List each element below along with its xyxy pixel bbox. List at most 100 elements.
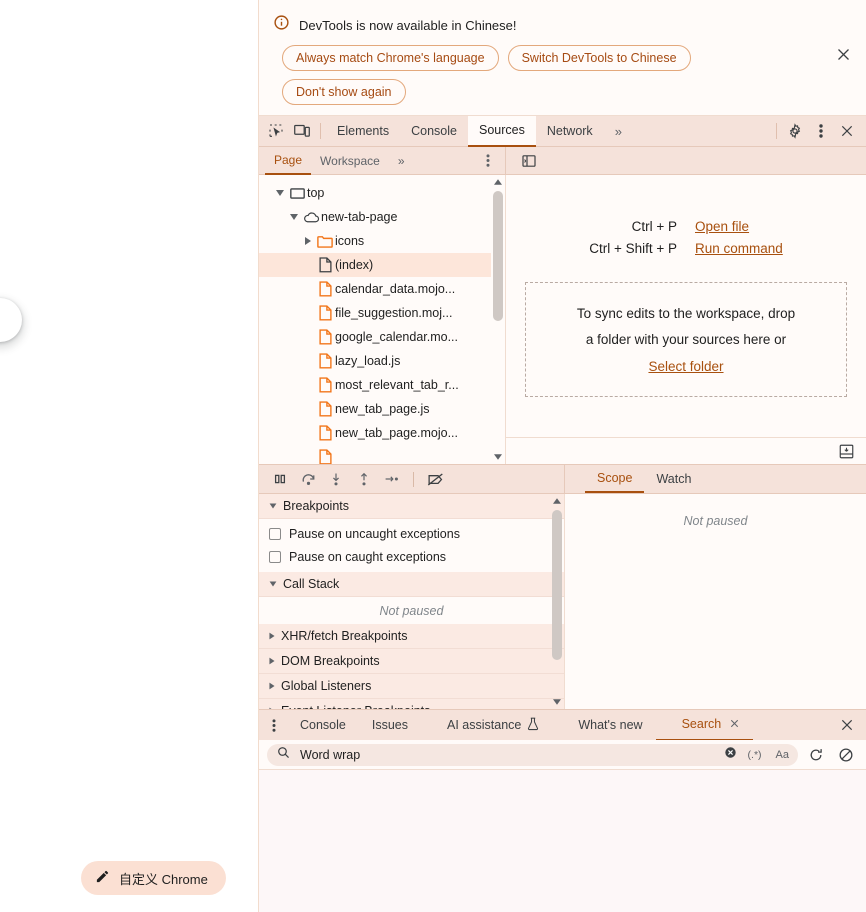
call-stack-empty: Not paused: [259, 597, 564, 624]
more-tabs-button[interactable]: »: [604, 116, 633, 147]
section-call-stack[interactable]: Call Stack: [259, 572, 564, 597]
navigator-tab-page[interactable]: Page: [265, 147, 312, 175]
always-match-language-button[interactable]: Always match Chrome's language: [282, 45, 499, 71]
tree-row-file[interactable]: new_tab_page.js: [259, 397, 505, 421]
step-icon[interactable]: [379, 466, 405, 492]
breakpoints-scrollbar[interactable]: [550, 494, 564, 709]
infobar-close-button[interactable]: [832, 43, 854, 65]
twisty-collapsed-icon[interactable]: [301, 237, 315, 245]
chevron-double-right-icon: »: [397, 153, 405, 168]
drawer-tab-issues-label: Issues: [371, 718, 409, 732]
tree-row-new-tab-page[interactable]: new-tab-page: [259, 205, 505, 229]
tree-row-file-partial[interactable]: [259, 445, 505, 464]
drawer-tab-issues[interactable]: Issues: [359, 710, 421, 741]
search-input[interactable]: [298, 746, 716, 763]
tree-row-index[interactable]: (index): [259, 253, 505, 277]
drawer-tab-search[interactable]: Search: [655, 710, 754, 741]
scroll-thumb[interactable]: [493, 191, 503, 321]
section-xhr-breakpoints[interactable]: XHR/fetch Breakpoints: [259, 624, 564, 649]
navigator-more-tabs-button[interactable]: »: [389, 147, 414, 175]
customize-chrome-button[interactable]: 自定义 Chrome: [81, 861, 226, 895]
tree-label: new-tab-page: [321, 210, 398, 224]
scroll-down-arrow-icon[interactable]: [550, 695, 564, 709]
tree-row-file[interactable]: google_calendar.mo...: [259, 325, 505, 349]
twisty-expanded-icon[interactable]: [273, 190, 287, 196]
navigator-kebab-menu-icon[interactable]: [475, 148, 501, 174]
device-toolbar-icon[interactable]: [289, 118, 315, 144]
pause-caught-label: Pause on caught exceptions: [289, 549, 447, 564]
tree-row-file[interactable]: calendar_data.mojo...: [259, 277, 505, 301]
switch-to-chinese-button[interactable]: Switch DevTools to Chinese: [507, 45, 691, 71]
open-file-link[interactable]: Open file: [695, 219, 783, 234]
pause-uncaught-checkbox[interactable]: [269, 527, 281, 540]
step-over-icon[interactable]: [295, 466, 321, 492]
drawer-kebab-menu-icon[interactable]: [261, 712, 287, 738]
select-folder-link[interactable]: Select folder: [648, 359, 723, 374]
navigator-tab-workspace[interactable]: Workspace: [311, 147, 389, 175]
no-entry-icon[interactable]: [834, 743, 858, 767]
twisty-expanded-icon[interactable]: [287, 214, 301, 220]
navigator-tab-workspace-label: Workspace: [320, 153, 380, 168]
run-command-link[interactable]: Run command: [695, 241, 783, 256]
drawer-tab-whats-new[interactable]: What's new: [552, 710, 655, 741]
document-icon: [315, 257, 335, 273]
step-into-icon[interactable]: [323, 466, 349, 492]
section-breakpoints[interactable]: Breakpoints: [259, 494, 564, 519]
pause-uncaught-row[interactable]: Pause on uncaught exceptions: [259, 522, 564, 545]
step-out-icon[interactable]: [351, 466, 377, 492]
scroll-down-arrow-icon[interactable]: [491, 450, 505, 464]
drawer-tab-console[interactable]: Console: [287, 710, 359, 741]
devtools-close-icon[interactable]: [834, 118, 860, 144]
scroll-thumb[interactable]: [552, 510, 562, 660]
dont-show-again-button[interactable]: Don't show again: [282, 79, 406, 105]
clear-input-icon[interactable]: [724, 746, 737, 764]
tree-row-file[interactable]: lazy_load.js: [259, 349, 505, 373]
tree-row-icons[interactable]: icons: [259, 229, 505, 253]
drawer-tab-ai-assistance[interactable]: AI assistance: [421, 710, 552, 741]
tree-row-top[interactable]: top: [259, 181, 505, 205]
pause-caught-row[interactable]: Pause on caught exceptions: [259, 545, 564, 568]
show-drawer-icon[interactable]: [834, 439, 858, 463]
tree-row-file[interactable]: file_suggestion.moj...: [259, 301, 505, 325]
drawer-close-icon[interactable]: [834, 712, 860, 738]
workspace-dropzone[interactable]: To sync edits to the workspace, drop a f…: [525, 282, 847, 397]
kebab-menu-icon[interactable]: [808, 118, 834, 144]
script-icon: [315, 353, 335, 369]
file-tree-scrollbar[interactable]: [491, 175, 505, 464]
tab-console[interactable]: Console: [400, 116, 468, 147]
tree-row-file[interactable]: most_relevant_tab_r...: [259, 373, 505, 397]
tree-label: most_relevant_tab_r...: [335, 378, 459, 392]
tree-row-file[interactable]: new_tab_page.mojo...: [259, 421, 505, 445]
pause-icon[interactable]: [267, 466, 293, 492]
scroll-up-arrow-icon[interactable]: [550, 494, 564, 508]
drawer-tab-whats-new-label: What's new: [578, 718, 643, 732]
scroll-up-arrow-icon[interactable]: [491, 175, 505, 189]
tab-scope[interactable]: Scope: [585, 464, 645, 493]
sources-navigator-toolbar: Page Workspace »: [259, 147, 866, 175]
section-global-listeners[interactable]: Global Listeners: [259, 674, 564, 699]
inspect-cursor-icon[interactable]: [263, 118, 289, 144]
twisty-collapsed-icon: [269, 632, 275, 640]
tab-watch[interactable]: Watch: [644, 464, 703, 493]
drawer-tab-search-close-icon[interactable]: [729, 717, 740, 732]
tab-elements[interactable]: Elements: [326, 116, 400, 147]
tab-watch-label: Watch: [656, 471, 692, 486]
carousel-prev-button[interactable]: [0, 298, 22, 342]
tree-label: new_tab_page.js: [335, 402, 430, 416]
section-event-listener-breakpoints[interactable]: Event Listener Breakpoints: [259, 699, 564, 709]
gear-icon[interactable]: [782, 118, 808, 144]
match-case-toggle[interactable]: Aa: [773, 748, 792, 762]
pause-caught-checkbox[interactable]: [269, 550, 281, 563]
show-navigator-icon[interactable]: [516, 148, 542, 174]
drawer-tab-search-label: Search: [681, 717, 722, 731]
section-dom-breakpoints[interactable]: DOM Breakpoints: [259, 649, 564, 674]
drawer-tabbar: Console Issues AI assistance What's new …: [259, 709, 866, 741]
tab-network[interactable]: Network: [536, 116, 604, 147]
tab-elements-label: Elements: [337, 124, 390, 138]
pencil-icon: [95, 869, 110, 887]
refresh-icon[interactable]: [804, 743, 828, 767]
tab-sources[interactable]: Sources: [467, 115, 536, 147]
breakpoint-crossed-icon[interactable]: [422, 466, 448, 492]
regex-toggle[interactable]: (.*): [745, 748, 765, 762]
search-field[interactable]: (.*) Aa: [267, 743, 798, 766]
